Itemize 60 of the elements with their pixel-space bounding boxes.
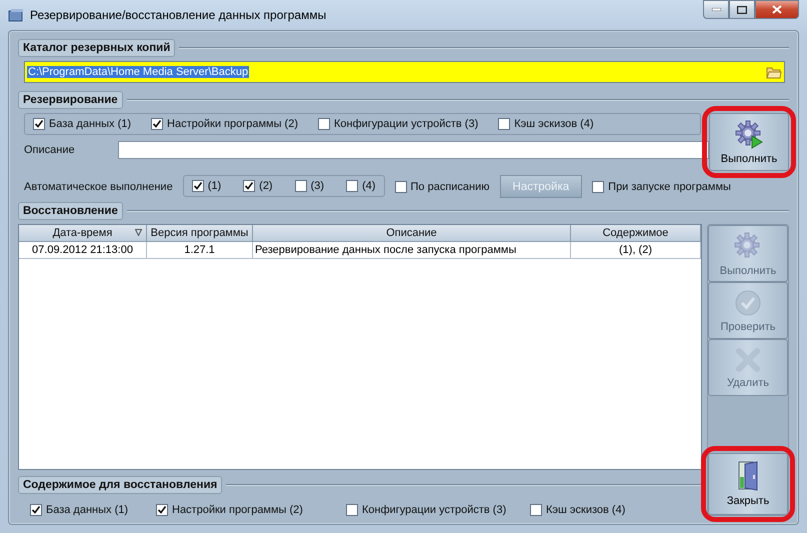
window-title: Резервирование/восстановление данных программы: [30, 8, 328, 22]
maximize-icon: [737, 6, 747, 14]
description-label: Описание: [24, 144, 76, 156]
checkbox[interactable]: [318, 118, 330, 130]
table-cell[interactable]: Резервирование данных после запуска программы: [253, 242, 571, 259]
section-title: Резервирование: [18, 91, 123, 109]
table-cell[interactable]: (1), (2): [571, 242, 701, 259]
checkbox[interactable]: [346, 180, 358, 192]
table-cell[interactable]: 1.27.1: [147, 242, 253, 259]
checkbox-label: База данных (1): [46, 504, 128, 516]
path-text: C:\ProgramData\Home Media Server\Backup: [27, 66, 250, 78]
checkbox-label: Конфигурации устройств (3): [362, 504, 506, 516]
checkbox-label: Настройки программы (2): [172, 504, 303, 516]
close-button[interactable]: Закрыть: [708, 453, 788, 515]
checkbox[interactable]: [192, 180, 204, 192]
checkbox-label: (4): [362, 180, 376, 192]
checkbox-label: При запуске программы: [608, 180, 731, 192]
column-header[interactable]: Версия программы: [147, 225, 253, 242]
section-title: Содержимое для восстановления: [18, 476, 222, 494]
checkbox-label: База данных (1): [49, 118, 132, 130]
checkbox-label: Кэш эскизов (4): [514, 118, 594, 130]
checkbox[interactable]: [151, 118, 164, 130]
run-button[interactable]: Выполнить: [709, 113, 789, 171]
folder-icon[interactable]: [766, 65, 782, 79]
auto-run-label: Автоматическое выполнение: [24, 180, 173, 192]
checkbox[interactable]: [346, 504, 358, 516]
app-icon: [8, 8, 24, 22]
section-title: Каталог резервных копий: [18, 39, 176, 57]
gear-icon: [734, 119, 764, 149]
checkbox[interactable]: [498, 118, 510, 130]
table-cell[interactable]: 07.09.2012 21:13:00: [19, 242, 147, 259]
checkbox-label: Кэш эскизов (4): [546, 504, 626, 516]
minimize-icon: [712, 8, 720, 11]
section-title: Восстановление: [18, 202, 123, 220]
checkbox-label: (1): [208, 180, 222, 192]
door-icon: [737, 461, 759, 491]
column-header[interactable]: Описание: [253, 225, 571, 242]
close-window-button[interactable]: [755, 0, 799, 19]
checkbox[interactable]: [294, 180, 307, 192]
checkbox[interactable]: [30, 504, 42, 516]
cross-icon: [735, 346, 761, 372]
description-field[interactable]: [118, 141, 709, 159]
checkbox-label: (2): [259, 180, 273, 192]
minimize-button[interactable]: [703, 0, 729, 19]
checkbox-label: Конфигурации устройств (3): [334, 118, 478, 130]
checkbox[interactable]: [592, 180, 604, 192]
close-icon: [772, 5, 782, 14]
maximize-button[interactable]: [729, 0, 755, 19]
checkbox[interactable]: [530, 504, 542, 516]
checkbox-label: По расписанию: [410, 180, 490, 192]
checkbox[interactable]: [243, 180, 256, 192]
column-header[interactable]: Содержимое: [571, 225, 701, 242]
checkmark-icon: [734, 288, 762, 316]
column-header[interactable]: Дата-время: [19, 225, 147, 242]
checkbox[interactable]: [394, 180, 407, 192]
checkbox-label: (3): [310, 180, 324, 192]
path-field[interactable]: C:\ProgramData\Home Media Server\Backup: [24, 61, 785, 83]
checkbox-label: Настройки программы (2): [167, 118, 298, 130]
checkbox[interactable]: [33, 118, 45, 130]
checkbox[interactable]: [156, 504, 168, 516]
